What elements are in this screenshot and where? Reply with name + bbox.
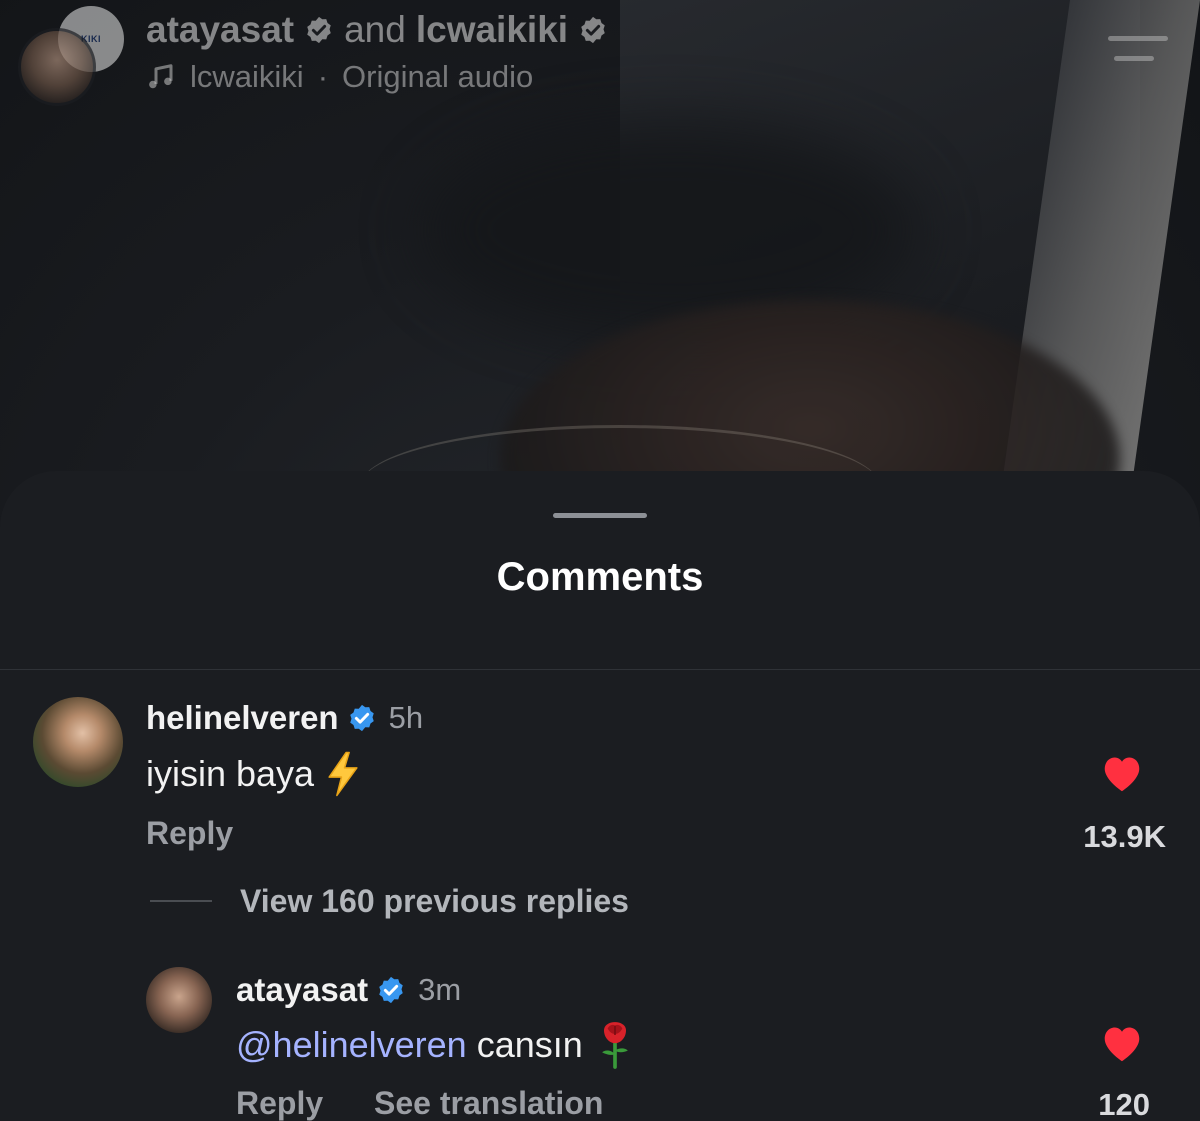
audio-title: Original audio bbox=[342, 59, 534, 94]
reply-header: atayasat 3m bbox=[236, 971, 461, 1009]
collab-title: atayasat and lcwaikiki bbox=[146, 8, 608, 52]
see-translation-button[interactable]: See translation bbox=[374, 1085, 603, 1121]
comment-body: iyisin baya bbox=[146, 751, 362, 797]
verified-badge-icon bbox=[349, 704, 374, 732]
menu-icon[interactable] bbox=[1108, 36, 1168, 66]
comment-header: helinelveren 5h bbox=[146, 699, 423, 737]
rose-emoji-icon bbox=[601, 1022, 628, 1069]
creator-avatar bbox=[18, 28, 96, 106]
audio-info[interactable]: lcwaikiki · Original audio bbox=[146, 58, 533, 96]
sheet-title: Comments bbox=[496, 555, 704, 599]
like-count: 120 bbox=[1098, 1087, 1150, 1121]
view-previous-replies[interactable]: View 160 previous replies bbox=[150, 881, 629, 921]
comment-time: 5h bbox=[388, 700, 424, 735]
verified-badge-icon bbox=[379, 976, 403, 1004]
heart-icon[interactable] bbox=[1100, 753, 1144, 793]
reel-header: KIKI atayasat and lcwaikiki lcwaikiki · … bbox=[0, 0, 1200, 110]
reply-username[interactable]: atayasat bbox=[236, 971, 368, 1009]
comment-text: iyisin baya bbox=[146, 753, 315, 794]
music-note-icon bbox=[149, 64, 173, 89]
reply-button[interactable]: Reply bbox=[236, 1085, 323, 1121]
menu-icon-line bbox=[1114, 56, 1154, 61]
audio-separator: · bbox=[317, 59, 329, 94]
reel-comments-screen: KIKI atayasat and lcwaikiki lcwaikiki · … bbox=[0, 0, 1200, 1121]
like-count: 13.9K bbox=[1083, 819, 1166, 854]
sheet-divider bbox=[0, 669, 1200, 670]
reply-time: 3m bbox=[418, 972, 462, 1007]
audio-source: lcwaikiki bbox=[190, 59, 304, 94]
creator-secondary-name[interactable]: lcwaikiki bbox=[416, 9, 568, 51]
reply-button[interactable]: Reply bbox=[146, 815, 233, 852]
reply-mention[interactable]: @helinelveren bbox=[236, 1024, 467, 1066]
menu-icon-line bbox=[1108, 36, 1168, 41]
collab-conjunction: and bbox=[344, 9, 406, 50]
reply-body: @helinelveren cansın bbox=[236, 1019, 637, 1071]
heart-icon[interactable] bbox=[1100, 1023, 1144, 1063]
reply-avatar[interactable] bbox=[146, 967, 212, 1033]
replies-rule bbox=[150, 900, 212, 902]
commenter-avatar[interactable] bbox=[33, 697, 123, 787]
reply-text: cansın bbox=[476, 1024, 583, 1065]
sheet-drag-handle[interactable] bbox=[553, 513, 647, 518]
verified-badge-icon bbox=[307, 16, 331, 44]
comments-sheet: Comments helinelveren 5h iyisin baya Rep… bbox=[0, 471, 1200, 1121]
comment-username[interactable]: helinelveren bbox=[146, 699, 339, 737]
view-replies-label: View 160 previous replies bbox=[240, 882, 629, 919]
creator-primary-name[interactable]: atayasat bbox=[146, 9, 294, 51]
collab-avatars[interactable]: KIKI bbox=[18, 6, 124, 106]
verified-badge-icon bbox=[581, 16, 605, 44]
lightning-emoji-icon bbox=[328, 751, 358, 797]
